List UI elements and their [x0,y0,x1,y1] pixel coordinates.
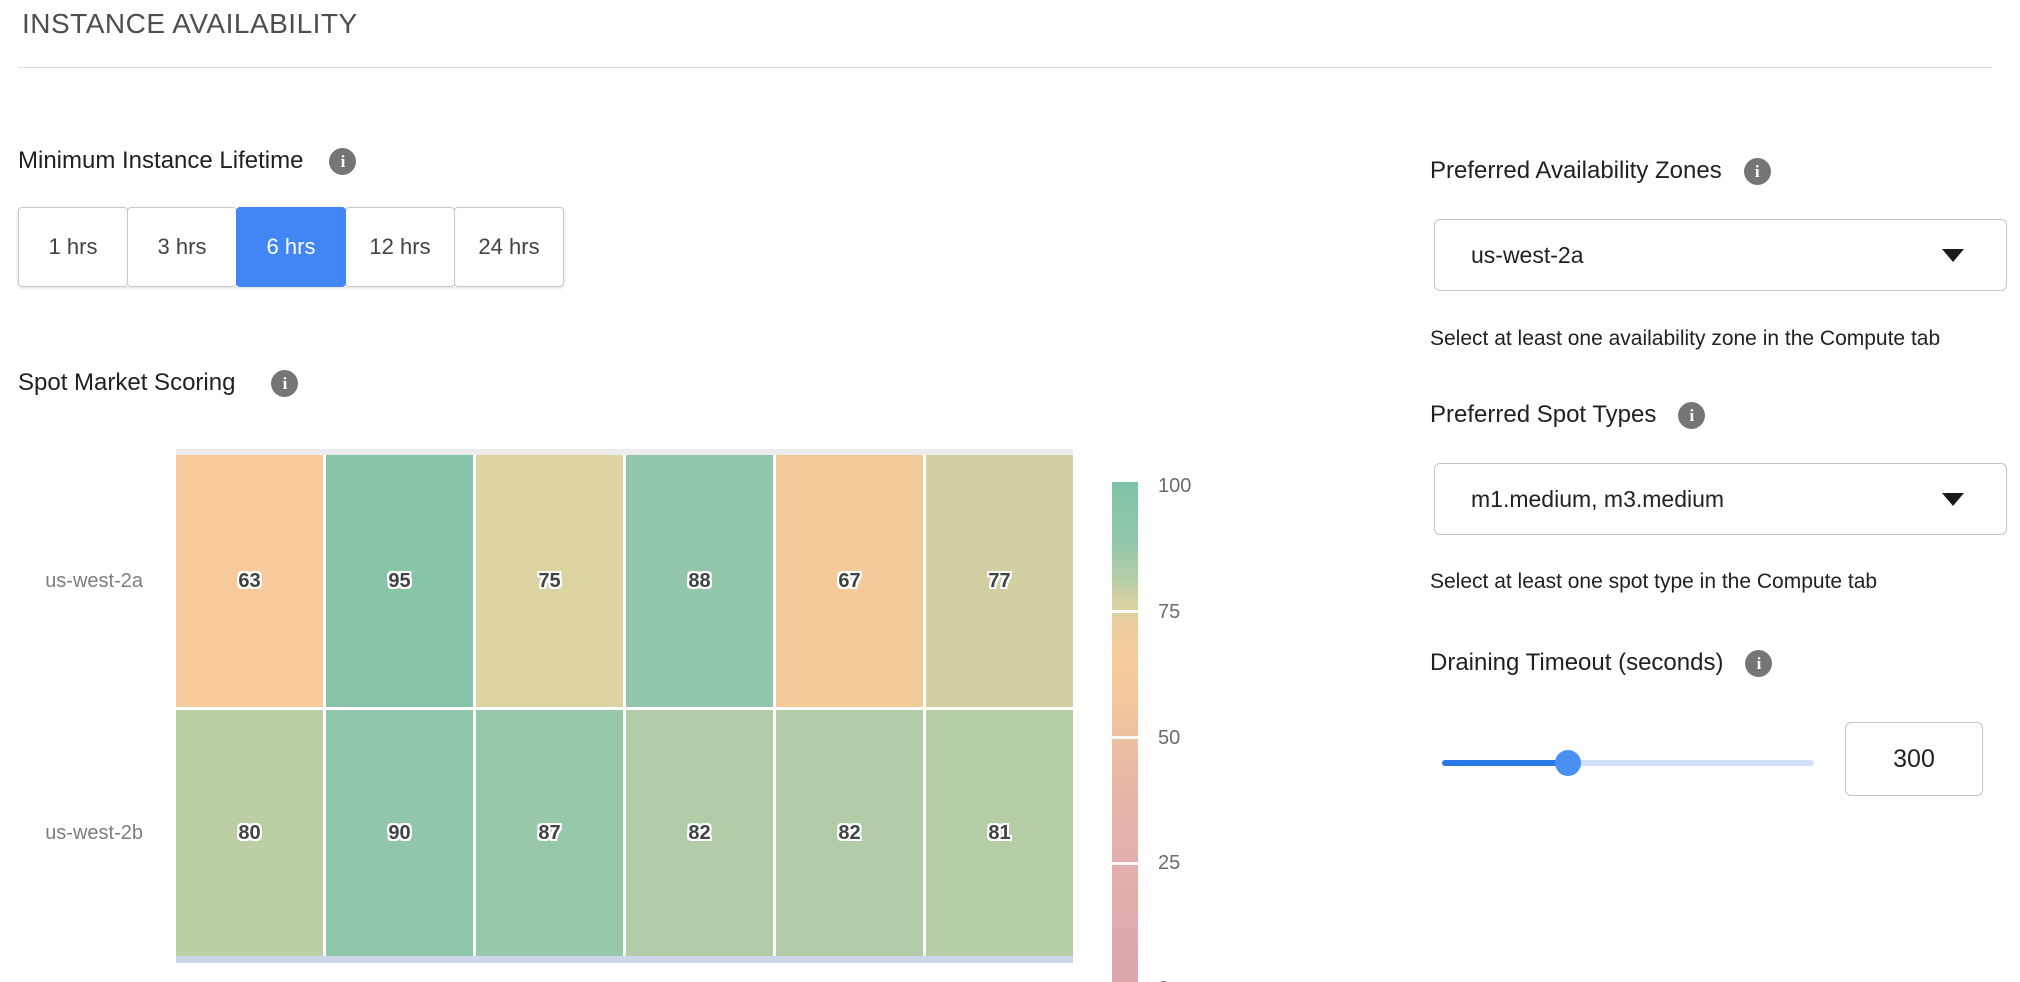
zones-info-icon[interactable] [1744,158,1771,185]
spot-market-scoring-label: Spot Market Scoring [18,369,235,397]
heatmap-cell: 63 [176,455,323,707]
colorbar-tick-label: 50 [1158,726,1180,750]
heatmap-cell: 75 [476,455,623,707]
spot-scoring-info-icon[interactable] [271,370,298,397]
heatmap-cell: 67 [776,455,923,707]
lifetime-option-button[interactable]: 12 hrs [345,207,455,287]
instance-availability-page: INSTANCE AVAILABILITY Minimum Instance L… [0,0,2020,982]
page-title: INSTANCE AVAILABILITY [22,8,358,40]
heatmap-colorbar [1112,482,1138,982]
heatmap-cell: 77 [926,455,1073,707]
heatmap-axis-edge [176,956,1073,963]
heatmap-cell: 81 [926,710,1073,956]
spot-types-select[interactable]: m1.medium, m3.medium [1434,463,2007,535]
heatmap-row-label: us-west-2a [0,455,143,707]
heatmap-cell: 95 [326,455,473,707]
heatmap-cell: 82 [776,710,923,956]
chevron-down-icon [1942,249,1964,262]
draining-timeout-label: Draining Timeout (seconds) [1430,649,1723,677]
lifetime-button-group: 1 hrs3 hrs6 hrs12 hrs24 hrs [18,207,564,287]
colorbar-break [1112,736,1138,739]
heatmap-row: 639575886777 [176,455,1073,707]
colorbar-tick-label: 25 [1158,851,1180,875]
draining-timeout-input[interactable] [1845,722,1983,796]
colorbar-tick-label: 75 [1158,600,1180,624]
draining-info-icon[interactable] [1745,650,1772,677]
spot-types-select-value: m1.medium, m3.medium [1471,486,1724,513]
zones-select[interactable]: us-west-2a [1434,219,2007,291]
heatmap-row: 809087828281 [176,710,1073,956]
preferred-spot-types-label: Preferred Spot Types [1430,401,1656,429]
chevron-down-icon [1942,493,1964,506]
heatmap-cell: 90 [326,710,473,956]
spot-types-helper-text: Select at least one spot type in the Com… [1430,570,1877,594]
colorbar-break [1112,862,1138,865]
spot-types-info-icon[interactable] [1678,402,1705,429]
heatmap-cell: 88 [626,455,773,707]
section-divider [18,67,1992,68]
lifetime-info-icon[interactable] [329,148,356,175]
heatmap-cell: 80 [176,710,323,956]
colorbar-break [1112,610,1138,613]
heatmap-cell: 82 [626,710,773,956]
colorbar-tick-label: 0 [1158,977,1169,982]
lifetime-option-button[interactable]: 24 hrs [454,207,564,287]
lifetime-option-button[interactable]: 6 hrs [236,207,346,287]
zones-helper-text: Select at least one availability zone in… [1430,327,1940,351]
spot-scoring-heatmap: 639575886777809087828281 [176,449,1073,963]
minimum-instance-lifetime-label: Minimum Instance Lifetime [18,147,303,175]
preferred-availability-zones-label: Preferred Availability Zones [1430,157,1722,185]
lifetime-option-button[interactable]: 3 hrs [127,207,237,287]
heatmap-cell: 87 [476,710,623,956]
zones-select-value: us-west-2a [1471,242,1583,269]
draining-slider-track[interactable] [1442,760,1814,766]
draining-slider-fill [1442,760,1568,766]
draining-slider-thumb[interactable] [1555,750,1581,776]
colorbar-tick-label: 100 [1158,474,1191,498]
heatmap-row-label: us-west-2b [0,710,143,956]
lifetime-option-button[interactable]: 1 hrs [18,207,128,287]
